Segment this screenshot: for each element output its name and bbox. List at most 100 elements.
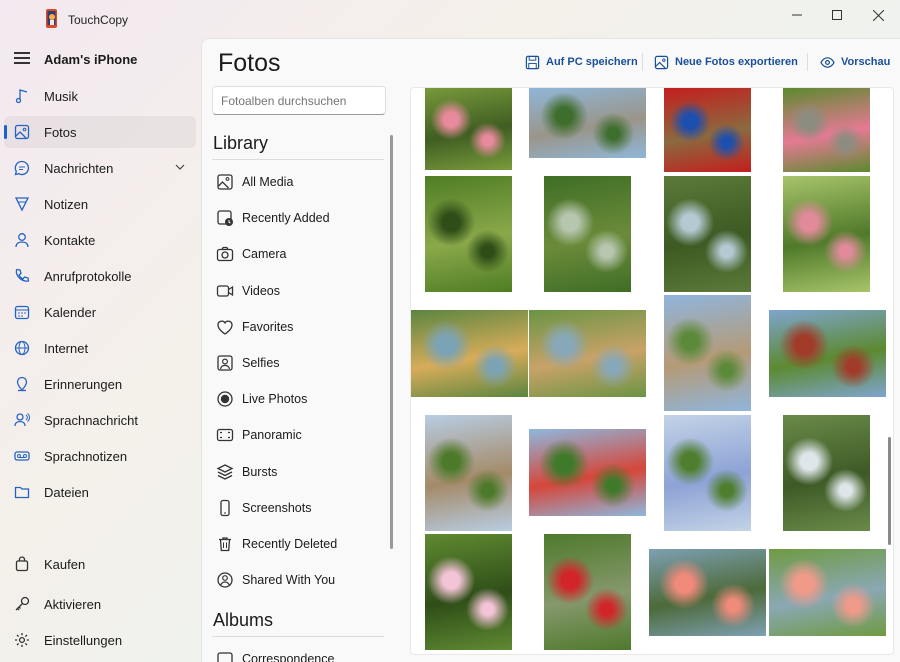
- photo-export-icon: [654, 55, 669, 69]
- screenshot-icon: [220, 499, 230, 516]
- title-bar: TouchCopy: [0, 0, 900, 36]
- photo-grid-scrollbar[interactable]: [888, 437, 891, 545]
- sidebar-item-internet[interactable]: Internet: [4, 332, 196, 364]
- photo-thumbnail[interactable]: [544, 176, 631, 292]
- album-label: Recently Added: [242, 211, 330, 226]
- photo-thumbnail[interactable]: [664, 88, 751, 172]
- sidebar: Adam's iPhone Musik Fotos Nachrichten No…: [0, 40, 200, 662]
- photo-thumbnail[interactable]: [529, 88, 646, 158]
- live-photo-icon: [217, 391, 233, 407]
- sidebar-item-label: Kaufen: [44, 556, 86, 572]
- library-heading: Library: [213, 133, 269, 153]
- recently-added-icon: [217, 210, 233, 227]
- sidebar-item-nachrichten[interactable]: Nachrichten: [4, 152, 196, 184]
- photo-thumbnail[interactable]: [769, 549, 886, 636]
- toolbar-divider: [807, 53, 808, 71]
- photo-thumbnail[interactable]: [425, 415, 512, 531]
- album-item-correspondence[interactable]: Correspondence: [212, 644, 384, 662]
- photo-thumbnail[interactable]: [544, 534, 631, 650]
- album-item-recently-added[interactable]: Recently Added: [212, 203, 384, 233]
- sidebar-item-label: Musik: [44, 88, 78, 104]
- contact-icon: [15, 233, 29, 248]
- camera-icon: [216, 247, 234, 262]
- photo-thumbnail[interactable]: [425, 534, 512, 650]
- album-icon: [217, 652, 233, 662]
- sidebar-item-erinnerungen[interactable]: Erinnerungen: [4, 368, 196, 400]
- album-item-screenshots[interactable]: Screenshots: [212, 493, 384, 523]
- sidebar-item-einstellungen[interactable]: Einstellungen: [4, 624, 196, 656]
- album-item-favorites[interactable]: Favorites: [212, 312, 384, 342]
- trash-icon: [219, 537, 231, 552]
- device-name: Adam's iPhone: [44, 52, 138, 67]
- maximize-button[interactable]: [817, 0, 857, 30]
- minimize-icon: [792, 14, 802, 16]
- library-divider: [212, 159, 384, 160]
- sidebar-item-musik[interactable]: Musik: [4, 80, 196, 112]
- globe-icon: [14, 340, 30, 356]
- album-label: All Media: [242, 175, 294, 189]
- bursts-icon: [216, 463, 234, 480]
- preview-button[interactable]: Vorschau: [820, 53, 890, 71]
- album-item-shared-with-you[interactable]: Shared With You: [212, 565, 384, 595]
- album-list-scrollbar[interactable]: [390, 135, 393, 549]
- album-item-selfies[interactable]: Selfies: [212, 348, 384, 378]
- sidebar-item-label: Dateien: [44, 484, 89, 500]
- album-item-panoramic[interactable]: Panoramic: [212, 420, 384, 450]
- album-item-videos[interactable]: Videos: [212, 276, 384, 306]
- sidebar-item-anrufprotokolle[interactable]: Anrufprotokolle: [4, 260, 196, 292]
- photo-thumbnail[interactable]: [783, 88, 870, 172]
- photo-thumbnail[interactable]: [529, 429, 646, 516]
- sidebar-item-label: Sprachnachricht: [44, 412, 138, 428]
- album-item-recently-deleted[interactable]: Recently Deleted: [212, 529, 384, 559]
- menu-icon[interactable]: [14, 52, 30, 66]
- photo-thumbnail[interactable]: [664, 295, 751, 411]
- album-label: Screenshots: [242, 500, 312, 515]
- album-item-camera[interactable]: Camera: [212, 239, 384, 269]
- message-icon: [14, 160, 30, 176]
- album-item-bursts[interactable]: Bursts: [212, 457, 384, 487]
- photo-thumbnail[interactable]: [783, 176, 870, 292]
- photo-thumbnail[interactable]: [425, 176, 512, 292]
- sidebar-item-fotos[interactable]: Fotos: [4, 116, 196, 148]
- sidebar-item-kontakte[interactable]: Kontakte: [4, 224, 196, 256]
- sidebar-item-aktivieren[interactable]: Aktivieren: [4, 588, 196, 620]
- album-label: Shared With You: [242, 573, 336, 588]
- sidebar-item-notizen[interactable]: Notizen: [4, 188, 196, 220]
- photo-thumbnail[interactable]: [425, 88, 512, 170]
- touchcopy-logo-icon: [46, 9, 57, 28]
- page-title: Fotos: [218, 49, 281, 77]
- note-icon: [14, 197, 30, 212]
- panorama-icon: [216, 429, 234, 442]
- photo-thumbnail[interactable]: [769, 310, 886, 397]
- photo-thumbnail[interactable]: [783, 415, 870, 531]
- sidebar-item-label: Internet: [44, 340, 89, 356]
- sidebar-item-sprachnotizen[interactable]: Sprachnotizen: [4, 440, 196, 472]
- sidebar-item-label: Fotos: [44, 124, 77, 140]
- sidebar-item-label: Sprachnotizen: [44, 448, 128, 464]
- save-icon: [525, 55, 540, 69]
- save-to-pc-button[interactable]: Auf PC speichern: [525, 53, 638, 71]
- album-item-all-media[interactable]: All Media: [212, 167, 384, 197]
- close-button[interactable]: [858, 0, 898, 30]
- sidebar-item-sprachnachricht[interactable]: Sprachnachricht: [4, 404, 196, 436]
- minimize-button[interactable]: [777, 0, 817, 30]
- photo-thumbnail[interactable]: [529, 310, 646, 397]
- sidebar-item-kaufen[interactable]: Kaufen: [4, 548, 196, 580]
- sidebar-item-kalender[interactable]: Kalender: [4, 296, 196, 328]
- album-search-input[interactable]: [212, 86, 386, 115]
- photo-thumbnail[interactable]: [411, 310, 528, 397]
- toolbar-divider: [642, 53, 643, 71]
- eye-icon: [820, 56, 835, 68]
- album-label: Favorites: [242, 319, 294, 334]
- album-item-live-photos[interactable]: Live Photos: [212, 384, 384, 414]
- calendar-icon: [14, 305, 30, 320]
- photo-thumbnail[interactable]: [649, 549, 766, 636]
- save-to-pc-label: Auf PC speichern: [546, 56, 638, 68]
- chevron-down-icon[interactable]: [174, 161, 186, 173]
- music-icon: [15, 89, 28, 104]
- export-new-photos-button[interactable]: Neue Fotos exportieren: [654, 53, 798, 71]
- photo-thumbnail[interactable]: [664, 176, 751, 292]
- photo-thumbnail[interactable]: [664, 415, 751, 531]
- sidebar-item-dateien[interactable]: Dateien: [4, 476, 196, 508]
- sidebar-item-label: Nachrichten: [44, 160, 114, 176]
